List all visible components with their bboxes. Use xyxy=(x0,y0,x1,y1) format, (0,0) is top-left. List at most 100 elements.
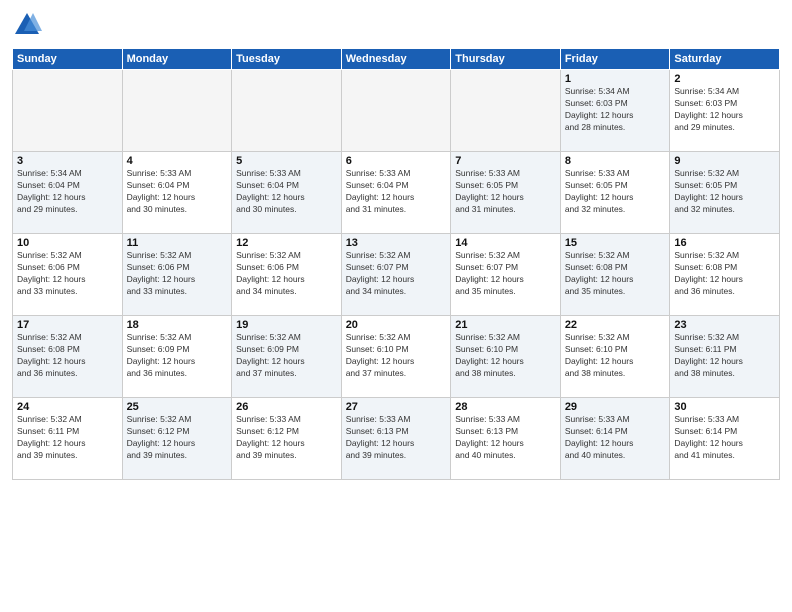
day-number: 19 xyxy=(236,319,337,331)
day-cell: 16Sunrise: 5:32 AM Sunset: 6:08 PM Dayli… xyxy=(670,234,780,316)
day-number: 16 xyxy=(674,237,775,249)
day-info: Sunrise: 5:32 AM Sunset: 6:08 PM Dayligh… xyxy=(674,250,775,298)
week-row-1: 1 Sunrise: 5:34 AM Sunset: 6:03 PM Daylig… xyxy=(13,70,780,152)
day-info: Sunrise: 5:32 AM Sunset: 6:06 PM Dayligh… xyxy=(17,250,118,298)
day-number: 13 xyxy=(346,237,447,249)
day-info: Sunrise: 5:32 AM Sunset: 6:11 PM Dayligh… xyxy=(17,414,118,462)
day-cell xyxy=(13,70,123,152)
day-number: 30 xyxy=(674,401,775,413)
header-cell-sunday: Sunday xyxy=(13,49,123,70)
day-cell: 29Sunrise: 5:33 AM Sunset: 6:14 PM Dayli… xyxy=(560,398,670,480)
day-number: 6 xyxy=(346,155,447,167)
day-cell xyxy=(451,70,561,152)
week-row-2: 3Sunrise: 5:34 AM Sunset: 6:04 PM Daylig… xyxy=(13,152,780,234)
day-number: 14 xyxy=(455,237,556,249)
day-info: Sunrise: 5:33 AM Sunset: 6:05 PM Dayligh… xyxy=(455,168,556,216)
day-cell: 30Sunrise: 5:33 AM Sunset: 6:14 PM Dayli… xyxy=(670,398,780,480)
day-cell: 28Sunrise: 5:33 AM Sunset: 6:13 PM Dayli… xyxy=(451,398,561,480)
day-cell: 25Sunrise: 5:32 AM Sunset: 6:12 PM Dayli… xyxy=(122,398,232,480)
day-number: 27 xyxy=(346,401,447,413)
calendar-table: SundayMondayTuesdayWednesdayThursdayFrid… xyxy=(12,48,780,480)
day-number: 20 xyxy=(346,319,447,331)
day-cell: 26Sunrise: 5:33 AM Sunset: 6:12 PM Dayli… xyxy=(232,398,342,480)
day-number: 29 xyxy=(565,401,666,413)
day-info: Sunrise: 5:32 AM Sunset: 6:10 PM Dayligh… xyxy=(455,332,556,380)
day-number: 17 xyxy=(17,319,118,331)
day-cell: 3Sunrise: 5:34 AM Sunset: 6:04 PM Daylig… xyxy=(13,152,123,234)
day-number: 18 xyxy=(127,319,228,331)
day-info: Sunrise: 5:32 AM Sunset: 6:08 PM Dayligh… xyxy=(17,332,118,380)
day-info: Sunrise: 5:32 AM Sunset: 6:06 PM Dayligh… xyxy=(127,250,228,298)
day-cell: 1Sunrise: 5:34 AM Sunset: 6:03 PM Daylig… xyxy=(560,70,670,152)
day-cell: 14Sunrise: 5:32 AM Sunset: 6:07 PM Dayli… xyxy=(451,234,561,316)
day-cell: 12Sunrise: 5:32 AM Sunset: 6:06 PM Dayli… xyxy=(232,234,342,316)
day-cell xyxy=(341,70,451,152)
day-number: 11 xyxy=(127,237,228,249)
header-row: SundayMondayTuesdayWednesdayThursdayFrid… xyxy=(13,49,780,70)
day-cell: 8Sunrise: 5:33 AM Sunset: 6:05 PM Daylig… xyxy=(560,152,670,234)
day-info: Sunrise: 5:32 AM Sunset: 6:10 PM Dayligh… xyxy=(346,332,447,380)
day-info: Sunrise: 5:32 AM Sunset: 6:07 PM Dayligh… xyxy=(455,250,556,298)
day-cell: 22Sunrise: 5:32 AM Sunset: 6:10 PM Dayli… xyxy=(560,316,670,398)
logo-icon xyxy=(12,10,42,40)
page-container: SundayMondayTuesdayWednesdayThursdayFrid… xyxy=(0,0,792,486)
header-cell-monday: Monday xyxy=(122,49,232,70)
day-cell: 15Sunrise: 5:32 AM Sunset: 6:08 PM Dayli… xyxy=(560,234,670,316)
day-info: Sunrise: 5:33 AM Sunset: 6:13 PM Dayligh… xyxy=(346,414,447,462)
day-number: 10 xyxy=(17,237,118,249)
day-cell: 18Sunrise: 5:32 AM Sunset: 6:09 PM Dayli… xyxy=(122,316,232,398)
day-info: Sunrise: 5:32 AM Sunset: 6:08 PM Dayligh… xyxy=(565,250,666,298)
day-number: 4 xyxy=(127,155,228,167)
day-number: 23 xyxy=(674,319,775,331)
header-cell-wednesday: Wednesday xyxy=(341,49,451,70)
day-info: Sunrise: 5:33 AM Sunset: 6:04 PM Dayligh… xyxy=(346,168,447,216)
day-info: Sunrise: 5:33 AM Sunset: 6:14 PM Dayligh… xyxy=(565,414,666,462)
day-number: 8 xyxy=(565,155,666,167)
day-number: 15 xyxy=(565,237,666,249)
day-cell xyxy=(122,70,232,152)
day-cell: 6Sunrise: 5:33 AM Sunset: 6:04 PM Daylig… xyxy=(341,152,451,234)
day-number: 7 xyxy=(455,155,556,167)
week-row-4: 17Sunrise: 5:32 AM Sunset: 6:08 PM Dayli… xyxy=(13,316,780,398)
day-info: Sunrise: 5:32 AM Sunset: 6:09 PM Dayligh… xyxy=(127,332,228,380)
day-info: Sunrise: 5:33 AM Sunset: 6:04 PM Dayligh… xyxy=(236,168,337,216)
day-cell: 9Sunrise: 5:32 AM Sunset: 6:05 PM Daylig… xyxy=(670,152,780,234)
header-cell-friday: Friday xyxy=(560,49,670,70)
day-info: Sunrise: 5:33 AM Sunset: 6:04 PM Dayligh… xyxy=(127,168,228,216)
day-number: 26 xyxy=(236,401,337,413)
day-cell: 20Sunrise: 5:32 AM Sunset: 6:10 PM Dayli… xyxy=(341,316,451,398)
day-info: Sunrise: 5:33 AM Sunset: 6:05 PM Dayligh… xyxy=(565,168,666,216)
day-info: Sunrise: 5:33 AM Sunset: 6:14 PM Dayligh… xyxy=(674,414,775,462)
day-number: 5 xyxy=(236,155,337,167)
day-number: 28 xyxy=(455,401,556,413)
header-cell-saturday: Saturday xyxy=(670,49,780,70)
day-cell: 13Sunrise: 5:32 AM Sunset: 6:07 PM Dayli… xyxy=(341,234,451,316)
day-cell: 17Sunrise: 5:32 AM Sunset: 6:08 PM Dayli… xyxy=(13,316,123,398)
day-info: Sunrise: 5:34 AM Sunset: 6:03 PM Dayligh… xyxy=(674,86,775,134)
week-row-5: 24Sunrise: 5:32 AM Sunset: 6:11 PM Dayli… xyxy=(13,398,780,480)
day-cell: 5Sunrise: 5:33 AM Sunset: 6:04 PM Daylig… xyxy=(232,152,342,234)
day-cell: 23Sunrise: 5:32 AM Sunset: 6:11 PM Dayli… xyxy=(670,316,780,398)
day-number: 25 xyxy=(127,401,228,413)
day-info: Sunrise: 5:32 AM Sunset: 6:09 PM Dayligh… xyxy=(236,332,337,380)
day-number: 22 xyxy=(565,319,666,331)
day-number: 1 xyxy=(565,73,666,85)
day-number: 9 xyxy=(674,155,775,167)
day-cell: 10Sunrise: 5:32 AM Sunset: 6:06 PM Dayli… xyxy=(13,234,123,316)
day-info: Sunrise: 5:33 AM Sunset: 6:12 PM Dayligh… xyxy=(236,414,337,462)
day-info: Sunrise: 5:32 AM Sunset: 6:12 PM Dayligh… xyxy=(127,414,228,462)
day-cell: 2Sunrise: 5:34 AM Sunset: 6:03 PM Daylig… xyxy=(670,70,780,152)
day-number: 12 xyxy=(236,237,337,249)
day-cell: 24Sunrise: 5:32 AM Sunset: 6:11 PM Dayli… xyxy=(13,398,123,480)
day-number: 3 xyxy=(17,155,118,167)
day-info: Sunrise: 5:34 AM Sunset: 6:04 PM Dayligh… xyxy=(17,168,118,216)
week-row-3: 10Sunrise: 5:32 AM Sunset: 6:06 PM Dayli… xyxy=(13,234,780,316)
header xyxy=(12,10,780,40)
day-cell: 27Sunrise: 5:33 AM Sunset: 6:13 PM Dayli… xyxy=(341,398,451,480)
day-info: Sunrise: 5:32 AM Sunset: 6:11 PM Dayligh… xyxy=(674,332,775,380)
day-info: Sunrise: 5:32 AM Sunset: 6:05 PM Dayligh… xyxy=(674,168,775,216)
day-info: Sunrise: 5:32 AM Sunset: 6:10 PM Dayligh… xyxy=(565,332,666,380)
day-info: Sunrise: 5:33 AM Sunset: 6:13 PM Dayligh… xyxy=(455,414,556,462)
day-cell: 11Sunrise: 5:32 AM Sunset: 6:06 PM Dayli… xyxy=(122,234,232,316)
day-info: Sunrise: 5:32 AM Sunset: 6:07 PM Dayligh… xyxy=(346,250,447,298)
